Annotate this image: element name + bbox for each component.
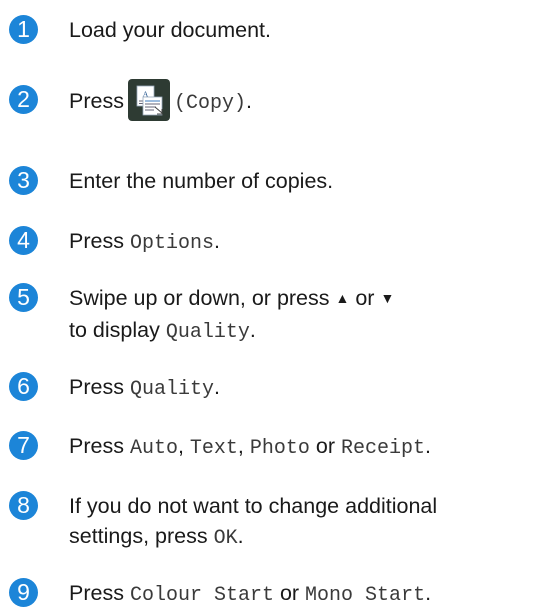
- step-text-segment: or: [273, 581, 306, 605]
- step-number: 8: [9, 491, 38, 520]
- step-text: Press A (Copy).: [69, 79, 541, 125]
- step-number: 3: [9, 166, 38, 195]
- ui-term: Options: [129, 232, 214, 255]
- ui-term: OK: [213, 527, 238, 550]
- step-text: Press Quality.: [69, 372, 541, 405]
- step-text-segment: Press: [69, 89, 124, 113]
- step-text-segment: to display: [69, 318, 166, 342]
- step-text-segment: ,: [177, 434, 190, 458]
- step-text-segment: .: [245, 89, 252, 113]
- step-text-segment: .: [237, 524, 244, 548]
- step-text-segment: Swipe up or down, or press: [69, 286, 336, 310]
- ui-term: Text: [189, 437, 238, 460]
- step-text-segment: Load your document.: [69, 18, 271, 42]
- step-text-segment: or: [349, 286, 381, 310]
- step-text-segment: .: [424, 434, 431, 458]
- step-text-segment: Press: [69, 229, 130, 253]
- step-text: Press Options.: [69, 226, 541, 259]
- step-text-segment: Press: [69, 434, 130, 458]
- step-text-segment: If you do not want to change additional …: [69, 494, 438, 548]
- up-arrow-icon: ▲: [335, 290, 350, 306]
- ui-term: (Copy): [173, 92, 246, 115]
- step-text: If you do not want to change additional …: [69, 491, 499, 554]
- step-text-segment: .: [249, 318, 256, 342]
- step-text: Enter the number of copies.: [69, 166, 541, 196]
- ui-term: Photo: [249, 437, 310, 460]
- ui-term: Mono Start: [305, 584, 426, 607]
- step-number: 4: [9, 226, 38, 255]
- step-text: Swipe up or down, or press ▲ or ▼ to dis…: [69, 283, 409, 348]
- step-text-segment: Enter the number of copies.: [69, 169, 334, 193]
- step-text-segment: .: [213, 375, 220, 399]
- step-text-segment: ,: [237, 434, 250, 458]
- step-text-segment: Press: [69, 581, 130, 605]
- ui-term: Quality: [129, 378, 214, 401]
- step-number: 7: [9, 431, 38, 460]
- ui-term: Colour Start: [129, 584, 274, 607]
- ui-term: Receipt: [340, 437, 425, 460]
- step-text: Load your document.: [69, 15, 541, 45]
- ui-term: Quality: [165, 321, 250, 344]
- copy-icon: A: [127, 79, 170, 122]
- step-text-segment: or: [309, 434, 341, 458]
- step-text-segment: .: [425, 581, 432, 605]
- step-number: 2: [9, 85, 38, 114]
- ui-term: Auto: [129, 437, 178, 460]
- step-text-segment: Press: [69, 375, 130, 399]
- step-text-segment: .: [213, 229, 220, 253]
- down-arrow-icon: ▼: [380, 290, 395, 306]
- step-number: 1: [9, 15, 38, 44]
- step-number: 6: [9, 372, 38, 401]
- step-number: 9: [9, 578, 38, 607]
- step-text: Press Auto, Text, Photo or Receipt.: [69, 431, 541, 464]
- step-number: 5: [9, 283, 38, 312]
- step-text: Press Colour Start or Mono Start.: [69, 578, 541, 611]
